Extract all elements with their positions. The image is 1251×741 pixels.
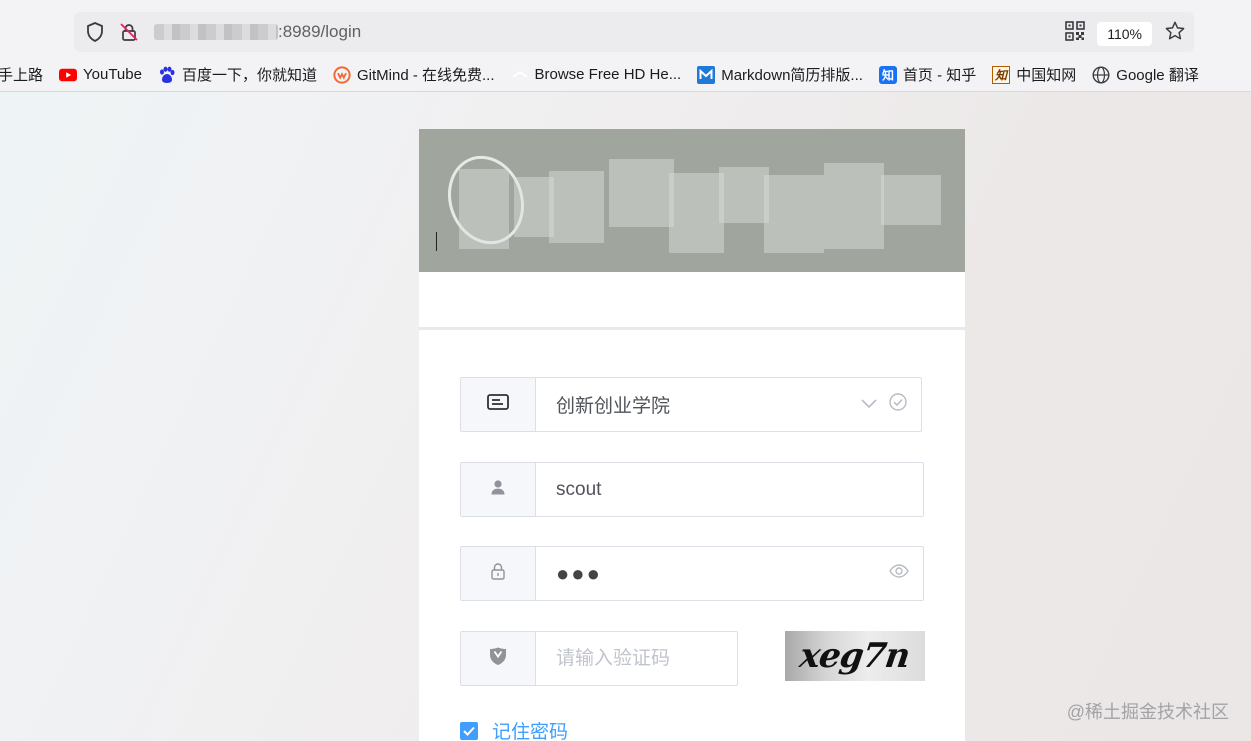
remember-checkbox[interactable]: [460, 721, 478, 740]
password-field[interactable]: ●●●: [536, 547, 923, 600]
shield-icon[interactable]: [84, 21, 106, 43]
banner-mosaic: [669, 173, 724, 253]
shield-check-icon: [488, 646, 508, 671]
banner-mosaic: [609, 159, 674, 227]
username-prefix: [461, 463, 536, 516]
eye-icon[interactable]: [889, 564, 909, 583]
school-select-field[interactable]: 创新创业学院: [536, 378, 921, 431]
globe-icon: [1092, 65, 1110, 84]
browser-toolbar: :8989/login 110%: [0, 0, 1251, 58]
cnki-icon: 知: [992, 65, 1011, 84]
markdown-icon: [697, 65, 716, 84]
bookmark-label: Markdown简历排版...: [721, 67, 863, 84]
password-prefix: [461, 547, 536, 600]
zhihu-icon: 知: [878, 65, 897, 84]
url-host-blurred: [154, 24, 278, 40]
banner-mosaic: [549, 171, 604, 243]
username-row[interactable]: scout: [460, 462, 924, 517]
bookmark-browse[interactable]: Browse Free HD He...: [511, 66, 682, 84]
id-card-icon: [487, 394, 509, 415]
banner-mosaic: [459, 169, 509, 249]
lock-icon: [490, 562, 506, 585]
youtube-icon: [59, 66, 78, 84]
username-field[interactable]: scout: [536, 463, 923, 516]
divider: [419, 327, 965, 330]
banner-mosaic: [881, 175, 941, 225]
bookmark-zhihu[interactable]: 知 首页 - 知乎: [878, 64, 977, 85]
captcha-text: xeg7n: [797, 636, 913, 676]
login-card: 创新创业学院 scout ●●● 请输入验证码 xeg7n 记住密码: [419, 129, 965, 741]
remember-label: 记住密码: [492, 722, 569, 741]
bookmark-gitmind[interactable]: GitMind - 在线免费...: [333, 64, 495, 85]
captcha-image[interactable]: xeg7n: [785, 631, 925, 681]
baidu-icon: [158, 66, 176, 84]
captcha-prefix: [461, 632, 536, 685]
bookmark-label: Browse Free HD He...: [534, 66, 682, 83]
school-select[interactable]: 创新创业学院: [460, 377, 922, 432]
school-select-value: 创新创业学院: [556, 396, 671, 417]
bookmark-label: YouTube: [83, 66, 142, 83]
watermark: @稀土掘金技术社区: [1066, 702, 1229, 722]
gitmind-icon: [333, 65, 351, 84]
bookmark-label: GitMind - 在线免费...: [356, 67, 495, 84]
captcha-input[interactable]: [556, 647, 737, 670]
address-bar[interactable]: :8989/login 110%: [74, 12, 1194, 52]
bookmark-label: 百度一下，你就知道: [181, 67, 317, 84]
bookmark-baidu[interactable]: 百度一下，你就知道: [158, 64, 317, 85]
password-row[interactable]: ●●●: [460, 546, 924, 601]
bookmark-label: 首页 - 知乎: [902, 67, 977, 84]
circle-check-icon: [889, 393, 907, 416]
password-value: ●●●: [556, 560, 602, 586]
bookmark-cnki[interactable]: 知 中国知网: [992, 64, 1076, 85]
svg-text:知: 知: [994, 68, 1009, 82]
bookmark-star-icon[interactable]: [1164, 20, 1186, 47]
text-cursor: [436, 232, 437, 251]
bookmark-item[interactable]: 手上路: [0, 64, 43, 85]
qr-code-icon[interactable]: [1065, 21, 1086, 46]
chevron-down-icon[interactable]: [861, 396, 877, 414]
remember-password[interactable]: 记住密码: [460, 717, 568, 741]
banner-mosaic: [719, 167, 769, 223]
banner-mosaic: [764, 175, 824, 253]
bookmarks-bar: 手上路 YouTube 百度一下，你就知道 GitMind - 在线免费... …: [0, 58, 1251, 92]
bookmark-markdown[interactable]: Markdown简历排版...: [697, 64, 863, 85]
zoom-level[interactable]: 110%: [1097, 21, 1152, 46]
browse-icon: [511, 66, 529, 84]
bookmark-label: 手上路: [0, 67, 44, 84]
banner-mosaic: [824, 163, 884, 249]
username-value: scout: [556, 478, 602, 500]
captcha-field[interactable]: [536, 632, 737, 685]
user-icon: [490, 479, 506, 500]
login-banner: [419, 129, 965, 272]
captcha-row[interactable]: [460, 631, 738, 686]
banner-mosaic: [514, 177, 554, 237]
bookmark-label: 中国知网: [1016, 67, 1077, 84]
svg-text:知: 知: [881, 67, 894, 82]
bookmark-label: Google 翻译: [1116, 67, 1199, 84]
school-prefix: [461, 378, 536, 431]
url-text[interactable]: :8989/login: [278, 22, 361, 42]
insecure-lock-icon[interactable]: [118, 21, 140, 43]
bookmark-youtube[interactable]: YouTube: [59, 66, 142, 84]
bookmark-google-translate[interactable]: Google 翻译: [1092, 64, 1199, 85]
